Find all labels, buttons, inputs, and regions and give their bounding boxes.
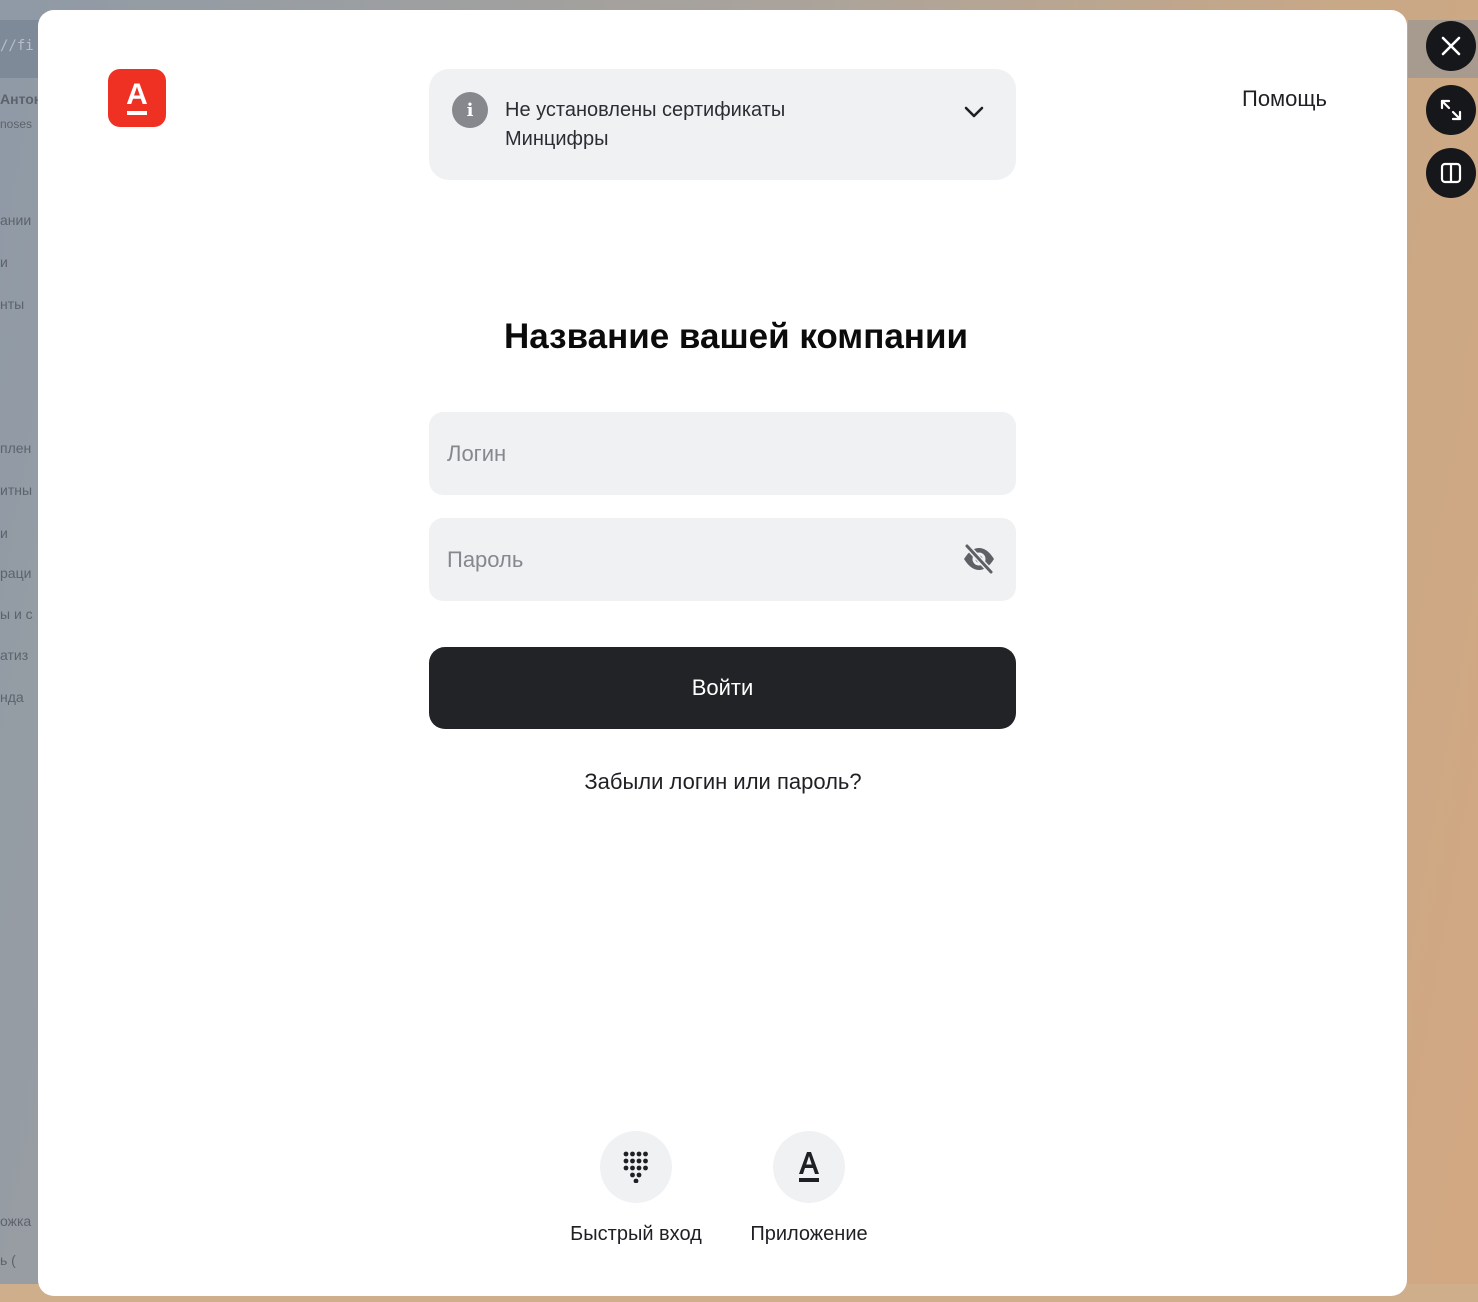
- password-field: [429, 518, 1016, 601]
- logo-letter: А: [126, 77, 148, 111]
- alfa-bank-logo: А: [108, 69, 166, 127]
- info-icon: i: [452, 92, 488, 128]
- background-menu-item: ании: [0, 212, 32, 228]
- close-icon: [1441, 36, 1461, 56]
- background-menu-item: атиз: [0, 647, 29, 663]
- quick-login-label: Быстрый вход: [570, 1223, 702, 1245]
- background-menu-item: ы и с: [0, 606, 33, 622]
- background-menu-item: раци: [0, 565, 32, 581]
- logo-underline: [127, 110, 147, 115]
- background-user-sub: noses: [0, 117, 33, 131]
- background-app: //fi Антон noses ании и нты плен итны и …: [0, 0, 40, 1302]
- expand-icon: [1440, 99, 1462, 121]
- keypad-icon: [623, 1151, 648, 1183]
- login-modal: А i Не установлены сертификаты Минцифры …: [38, 10, 1407, 1296]
- background-menu-item: и: [0, 525, 8, 541]
- background-menu-item: нда: [0, 689, 24, 705]
- background-menu-item: итны: [0, 482, 33, 498]
- certificate-warning-banner[interactable]: i Не установлены сертификаты Минцифры: [429, 69, 1016, 180]
- login-field: [429, 412, 1016, 495]
- help-link[interactable]: Помощь: [1242, 86, 1327, 112]
- forgot-credentials-row: Забыли логин или пароль?: [38, 769, 1408, 795]
- forgot-credentials-link[interactable]: Забыли логин или пароль?: [584, 769, 861, 794]
- background-menu-item: плен: [0, 440, 32, 456]
- expand-button[interactable]: [1426, 85, 1476, 135]
- certificate-warning-text: Не установлены сертификаты Минцифры: [505, 99, 786, 150]
- app-logo-icon: [799, 1152, 819, 1182]
- background-url: //fi: [0, 38, 34, 54]
- chevron-down-icon[interactable]: [962, 100, 986, 124]
- quick-login-option[interactable]: Быстрый вход: [556, 1131, 716, 1246]
- background-footer-item: ь (: [0, 1252, 16, 1268]
- app-login-label: Приложение: [750, 1223, 868, 1245]
- app-login-option[interactable]: Приложение: [729, 1131, 889, 1246]
- login-button[interactable]: Войти: [429, 647, 1016, 729]
- page-title: Название вашей компании: [504, 317, 968, 356]
- background-user-name: Антон: [0, 91, 40, 107]
- login-input[interactable]: [429, 412, 1016, 495]
- quick-login-button[interactable]: [600, 1131, 672, 1203]
- close-button[interactable]: [1426, 21, 1476, 71]
- background-footer-item: ожка: [0, 1213, 32, 1229]
- split-view-icon: [1440, 162, 1462, 184]
- background-menu-item: и: [0, 254, 8, 270]
- app-login-button[interactable]: [773, 1131, 845, 1203]
- split-view-button[interactable]: [1426, 148, 1476, 198]
- background-menu-item: нты: [0, 296, 25, 312]
- eye-off-icon[interactable]: [962, 543, 996, 575]
- password-input[interactable]: [429, 518, 1016, 601]
